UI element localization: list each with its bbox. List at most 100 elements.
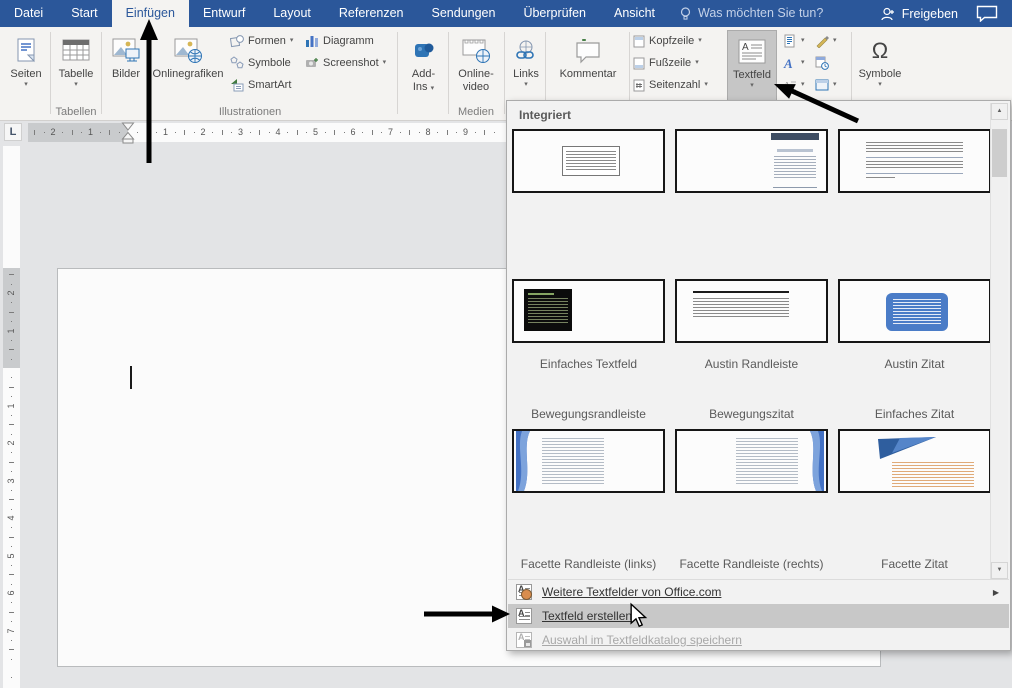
addins-label: Add-Ins ▾ <box>412 68 435 94</box>
initiale-button[interactable]: A ▾ <box>783 74 813 96</box>
menu-item-textfeld-erstellen[interactable]: A Textfeld erstellen <box>508 604 1009 628</box>
onlinevideo-icon <box>461 34 491 68</box>
seiten-label: Seiten <box>10 68 41 81</box>
gallery-item-facette-randleiste-links[interactable] <box>512 429 665 493</box>
scroll-up-button[interactable]: ▲ <box>991 103 1008 120</box>
gallery-label: Facette Randleiste (links) <box>512 557 665 571</box>
facette-band <box>514 431 540 491</box>
menu-item-weitere-textfelder[interactable]: A Weitere Textfelder von Office.com ▶ <box>508 580 1009 604</box>
illustrations-column-1: Formen ▾ Symbole SmartArt <box>230 30 304 96</box>
tab-einfuegen[interactable]: Einfügen <box>112 0 189 27</box>
bilder-label: Bilder <box>112 68 140 81</box>
smartart-button[interactable]: SmartArt <box>230 74 304 96</box>
share-label: Freigeben <box>902 7 958 21</box>
menu-item-label: Auswahl im Textfeldkatalog speichern <box>542 633 742 647</box>
tabelle-button[interactable]: Tabelle ▾ <box>54 30 98 116</box>
chevron-down-icon: ▾ <box>74 81 78 89</box>
onlinevideo-label: Online-video <box>458 68 493 94</box>
smartart-label: SmartArt <box>248 79 291 91</box>
wordart-button[interactable]: A ▾ <box>783 52 813 74</box>
group-label-tabellen: Tabellen <box>50 106 102 118</box>
kopfzeile-icon <box>633 35 645 48</box>
tab-ueberpruefen[interactable]: Überprüfen <box>509 0 600 27</box>
group-separator <box>50 32 51 114</box>
fusszeile-button[interactable]: Fußzeile ▾ <box>633 52 719 74</box>
signaturzeile-button[interactable]: ▾ <box>815 30 849 52</box>
seitenzahl-button[interactable]: Seitenzahl ▾ <box>633 74 719 96</box>
bilder-button[interactable]: Bilder <box>104 30 148 116</box>
group-label-illustrationen: Illustrationen <box>104 106 396 118</box>
chevron-down-icon: ▾ <box>290 37 294 45</box>
tab-layout[interactable]: Layout <box>259 0 325 27</box>
chevron-down-icon: ▾ <box>833 37 837 45</box>
onlinegrafiken-icon <box>173 34 203 68</box>
objekt-button[interactable]: ▾ <box>815 74 849 96</box>
gallery-item-bewegungsrandleiste[interactable] <box>512 279 665 343</box>
horizontal-ruler[interactable]: 21123456789 <box>28 123 506 142</box>
menu-item-label: Textfeld erstellen <box>542 609 632 623</box>
seiten-icon <box>14 34 38 68</box>
vertical-ruler[interactable]: 211234567 <box>3 146 20 688</box>
gallery-label: Bewegungsrandleiste <box>512 407 665 421</box>
datum-uhrzeit-button[interactable] <box>815 52 849 74</box>
share-button[interactable]: Freigeben <box>880 7 958 21</box>
text-group-column-1: ▾ A ▾ A ▾ <box>783 30 813 96</box>
gallery-scrollbar[interactable]: ▲ ▼ <box>990 103 1008 579</box>
tab-stop-selector[interactable]: L <box>4 123 22 141</box>
onlinegrafiken-button[interactable]: Onlinegrafiken <box>149 30 227 116</box>
gallery-item-einfaches-textfeld[interactable] <box>512 129 665 193</box>
formen-button[interactable]: Formen ▾ <box>230 30 304 52</box>
seitenzahl-icon <box>633 79 645 92</box>
kopfzeile-button[interactable]: Kopfzeile ▾ <box>633 30 719 52</box>
tab-ansicht[interactable]: Ansicht <box>600 0 669 27</box>
screenshot-button[interactable]: Screenshot ▾ <box>305 52 395 74</box>
gallery-item-facette-zitat[interactable] <box>838 429 991 493</box>
diagramm-icon <box>305 34 319 48</box>
scroll-down-button[interactable]: ▼ <box>991 562 1008 579</box>
seiten-button[interactable]: Seiten ▾ <box>4 30 48 116</box>
menu-item-auswahl-speichern[interactable]: A Auswahl im Textfeldkatalog speichern <box>508 628 1009 652</box>
formen-icon <box>230 34 244 48</box>
tell-me-box[interactable]: Was möchten Sie tun? <box>679 0 823 27</box>
schnellbausteine-button[interactable]: ▾ <box>783 30 813 52</box>
addins-icon <box>411 34 437 68</box>
gallery-item-einfaches-zitat[interactable] <box>838 279 991 343</box>
tab-referenzen[interactable]: Referenzen <box>325 0 418 27</box>
gallery-label: Austin Zitat <box>838 357 991 371</box>
gallery-item-bewegungszitat[interactable] <box>675 279 828 343</box>
textfeld-label: Textfeld <box>733 69 771 82</box>
tab-sendungen[interactable]: Sendungen <box>418 0 510 27</box>
group-label-medien: Medien <box>448 106 504 118</box>
tabelle-icon <box>62 34 90 68</box>
onlinegrafiken-label: Onlinegrafiken <box>153 68 224 81</box>
tab-entwurf[interactable]: Entwurf <box>189 0 259 27</box>
kommentar-label: Kommentar <box>560 68 617 81</box>
initiale-icon: A <box>783 78 797 92</box>
diagramm-button[interactable]: Diagramm <box>305 30 395 52</box>
links-icon <box>513 34 539 68</box>
chevron-down-icon: ▾ <box>801 37 805 45</box>
chevron-down-icon: ▾ <box>878 81 882 89</box>
gallery-label: Einfaches Textfeld <box>512 357 665 371</box>
addins-button[interactable]: Add-Ins ▾ <box>400 30 447 116</box>
tab-datei[interactable]: Datei <box>0 0 57 27</box>
chevron-down-icon: ▾ <box>801 59 805 67</box>
symbole-illustrations-button[interactable]: Symbole <box>230 52 304 74</box>
indent-markers[interactable] <box>121 122 135 144</box>
gallery-item-austin-randleiste[interactable] <box>675 129 828 193</box>
seitenzahl-label: Seitenzahl <box>649 79 700 91</box>
omega-icon: Ω <box>872 34 888 68</box>
chevron-down-icon: ▾ <box>801 81 805 89</box>
submenu-arrow-icon: ▶ <box>993 588 999 597</box>
auswahl-speichern-icon: A <box>516 632 532 648</box>
feedback-comment-icon[interactable] <box>976 5 998 22</box>
illustrations-column-2: Diagramm Screenshot ▾ <box>305 30 395 74</box>
gallery-item-austin-zitat[interactable] <box>838 129 991 193</box>
tab-start[interactable]: Start <box>57 0 111 27</box>
gallery-label: Austin Randleiste <box>675 357 828 371</box>
onlinevideo-button[interactable]: Online-video <box>450 30 502 116</box>
scrollbar-thumb[interactable] <box>992 129 1007 177</box>
screenshot-label: Screenshot <box>323 57 379 69</box>
gallery-item-facette-randleiste-rechts[interactable] <box>675 429 828 493</box>
menu-item-label: Weitere Textfelder von Office.com <box>542 585 721 599</box>
